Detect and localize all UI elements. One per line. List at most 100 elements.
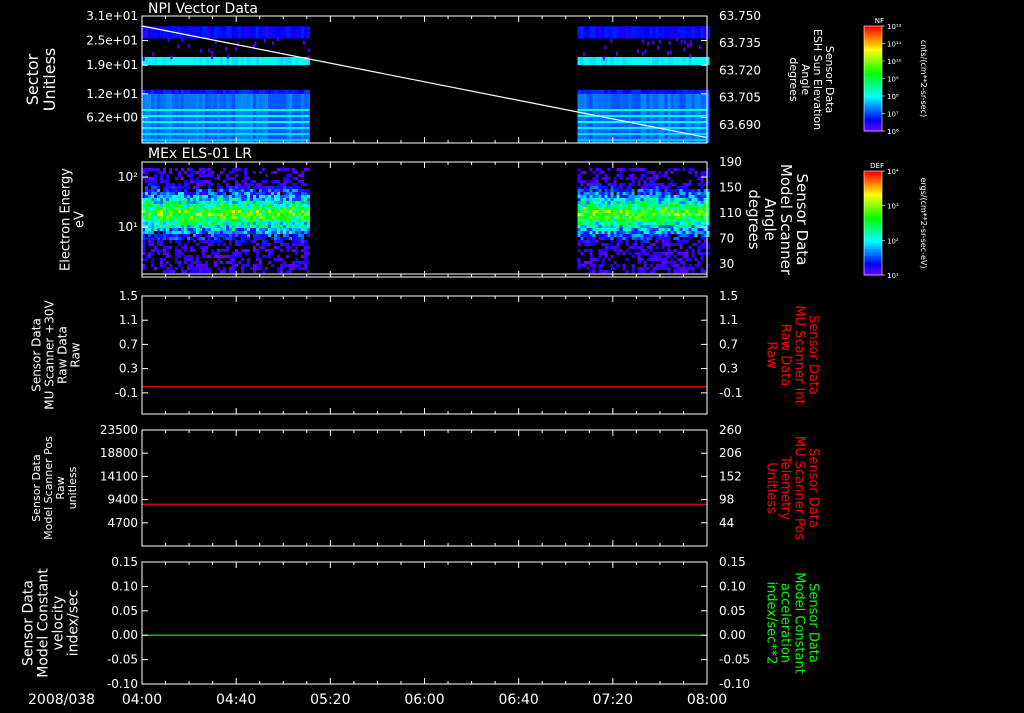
spectrogram-cell [679,228,683,231]
spectrogram-cell [274,180,277,183]
spectrogram-cell [307,246,310,249]
heatmap-cell [253,89,256,94]
spectrogram-cell [703,240,707,243]
spectrogram-cell [637,246,641,249]
spectrogram-cell [676,186,680,189]
spectrogram-cell [637,252,641,255]
spectrogram-cell [604,234,608,237]
spectrogram-cell [187,225,190,228]
spectrogram-cell [307,168,310,171]
spectrogram-cell [196,207,199,210]
spectrogram-cell [679,234,683,237]
heatmap-cell [298,56,301,66]
spectrogram-cell [271,252,274,255]
spectrogram-cell [595,231,599,234]
spectrogram-cell [652,201,656,204]
spectrogram-cell [649,243,653,246]
right-y-tick-label: 63.705 [719,91,761,105]
spectrogram-cell [259,216,262,219]
spectrogram-cell [229,267,232,270]
spectrogram-cell [616,246,620,249]
spectrogram-cell [664,267,668,270]
spectrogram-cell [295,189,298,192]
colorbar-unit: ergs/(cm**2-sr-sec-eV) [919,177,928,268]
spectrogram-cell [292,237,295,240]
spectrogram-cell [589,240,593,243]
spectrogram-cell [154,198,157,201]
heatmap-cell [664,26,668,39]
spectrogram-cell [685,234,689,237]
spectrogram-cell [655,222,659,225]
spectrogram-cell [304,189,307,192]
spectrogram-cell [193,186,196,189]
spectrogram-cell [166,261,169,264]
spectrogram-cell [577,204,581,207]
heatmap-cell [682,26,686,39]
heatmap-speckle [208,48,211,53]
spectrogram-cell [676,270,680,273]
spectrogram-cell [157,231,160,234]
heatmap-cell [613,26,617,39]
heatmap-cell [235,93,238,143]
heatmap-cell [181,93,184,143]
spectrogram-cell [580,252,584,255]
spectrogram-cell [619,234,623,237]
spectrogram-cell [631,243,635,246]
spectrogram-cell [169,264,172,267]
spectrogram-cell [607,219,611,222]
spectrogram-cell [169,255,172,258]
spectrogram-cell [607,225,611,228]
spectrogram-cell [646,225,650,228]
spectrogram-cell [187,186,190,189]
spectrogram-cell [628,174,632,177]
spectrogram-cell [286,243,289,246]
spectrogram-cell [610,216,614,219]
spectrogram-cell [181,270,184,273]
heatmap-row [142,127,310,129]
spectrogram-cell [664,210,668,213]
spectrogram-cell [202,210,205,213]
heatmap-row [142,109,310,111]
heatmap-cell [304,89,307,94]
spectrogram-cell [637,222,641,225]
spectrogram-cell [610,246,614,249]
spectrogram-cell [184,261,187,264]
heatmap-cell [247,56,250,66]
spectrogram-cell [691,270,695,273]
spectrogram-cell [244,252,247,255]
spectrogram-cell [217,258,220,261]
heatmap-cell [643,89,647,94]
spectrogram-cell [703,246,707,249]
spectrogram-cell [259,261,262,264]
spectrogram-cell [640,198,644,201]
spectrogram-cell [691,192,695,195]
spectrogram-cell [283,189,286,192]
spectrogram-cell [292,213,295,216]
spectrogram-cell [169,270,172,273]
spectrogram-cell [217,183,220,186]
spectrogram-cell [583,240,587,243]
spectrogram-cell [202,207,205,210]
spectrogram-cell [211,207,214,210]
spectrogram-cell [178,201,181,204]
spectrogram-cell [151,186,154,189]
heatmap-cell [190,26,193,39]
heatmap-cell [625,26,629,39]
heatmap-speckle [170,55,173,60]
spectrogram-cell [694,195,698,198]
heatmap-cell [667,56,671,66]
heatmap-cell [286,89,289,94]
spectrogram-cell [148,201,151,204]
spectrogram-cell [613,231,617,234]
spectrogram-cell [301,225,304,228]
spectrogram-cell [634,207,638,210]
spectrogram-cell [295,237,298,240]
spectrogram-cell [649,183,653,186]
heatmap-cell [610,26,614,39]
spectrogram-cell [271,201,274,204]
spectrogram-cell [688,213,692,216]
heatmap-cell [298,89,301,94]
spectrogram-cell [148,255,151,258]
spectrogram-cell [577,243,581,246]
spectrogram-cell [691,207,695,210]
